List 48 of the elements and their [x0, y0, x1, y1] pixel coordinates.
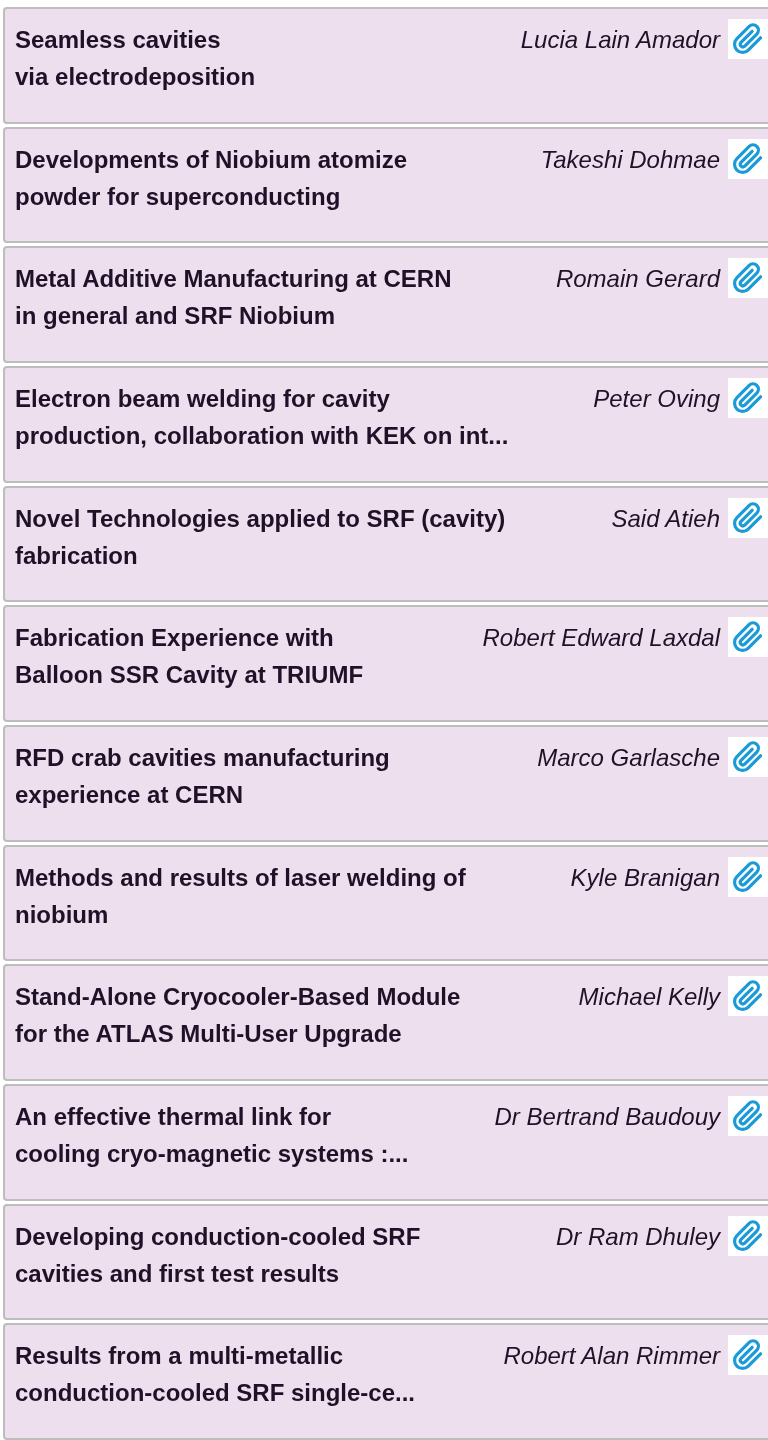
- attachment-button[interactable]: [728, 1215, 768, 1256]
- talk-title: An effective thermal link for cooling cryo-magnetic systems :...: [15, 1102, 410, 1170]
- talk-card[interactable]: Developing conduction-cooled SRF cavities and first test results Dr Ram Dhuley: [3, 1203, 768, 1321]
- attachment-button[interactable]: [728, 737, 768, 778]
- talk-title: Stand-Alone Cryocooler-Based Module for the ATLAS Multi-User Upgrade: [15, 982, 462, 1050]
- talk-title: Results from a multi-metallic conduction-cooled SRF single-ce...: [15, 1341, 417, 1409]
- talk-title: Developing conduction-cooled SRF cavities and first test results: [15, 1221, 422, 1289]
- talk-card[interactable]: Metal Additive Manufacturing at CERN in general and SRF Niobium Romain Gerard: [3, 246, 768, 363]
- talk-card[interactable]: Fabrication Experience with Balloon SSR Cavity at TRIUMF Robert Edward Laxdal: [3, 605, 768, 723]
- talk-card[interactable]: RFD crab cavities manufacturing experience at CERN Marco Garlasche: [3, 725, 768, 842]
- speaker-name: Dr Bertrand Baudouy: [494, 1102, 720, 1133]
- talk-title: Seamless cavities via electrodeposition: [15, 25, 257, 92]
- speaker-name: Robert Edward Laxdal: [482, 623, 720, 654]
- talk-title: Metal Additive Manufacturing at CERN in general and SRF Niobium: [15, 264, 453, 332]
- speaker-name: Robert Alan Rimmer: [503, 1341, 720, 1372]
- speaker-name: Said Atieh: [611, 503, 720, 534]
- talk-title: Electron beam welding for cavity production, collaboration with KEK on int...: [15, 384, 510, 451]
- talk-card[interactable]: Results from a multi-metallic conduction-cooled SRF single-ce... Robert Alan Rimmer: [3, 1323, 768, 1440]
- attachment-button[interactable]: [728, 1335, 768, 1376]
- speaker-name: Lucia Lain Amador: [520, 25, 720, 55]
- talk-card[interactable]: Seamless cavities via electrodeposition Lucia Lain Amador: [3, 7, 768, 124]
- talk-card[interactable]: Novel Technologies applied to SRF (cavity) fabrication Said Atieh: [3, 485, 768, 603]
- attachment-button[interactable]: [728, 378, 768, 418]
- talk-card[interactable]: Methods and results of laser welding of niobium Kyle Branigan: [3, 844, 768, 962]
- talk-title: Methods and results of laser welding of niobium: [15, 862, 467, 930]
- talk-card[interactable]: Developments of Niobium atomize powder for superconducting Takeshi Dohmae: [3, 126, 768, 244]
- attachment-button[interactable]: [728, 19, 768, 59]
- talk-card[interactable]: Electron beam welding for cavity production, collaboration with KEK on int... Peter Oving: [3, 366, 768, 483]
- speaker-name: Kyle Branigan: [570, 862, 720, 893]
- talk-title: Fabrication Experience with Balloon SSR Cavity at TRIUMF: [15, 623, 365, 691]
- talk-title: Developments of Niobium atomize powder for superconducting: [15, 144, 409, 212]
- speaker-name: Dr Ram Dhuley: [555, 1221, 720, 1252]
- speaker-name: Michael Kelly: [578, 982, 720, 1013]
- speaker-name: Marco Garlasche: [537, 743, 720, 774]
- attachment-button[interactable]: [728, 1096, 768, 1137]
- speaker-name: Peter Oving: [593, 384, 720, 414]
- speaker-name: Takeshi Dohmae: [540, 144, 720, 175]
- talk-card[interactable]: An effective thermal link for cooling cryo-magnetic systems :... Dr Bertrand Baudouy: [3, 1084, 768, 1201]
- attachment-button[interactable]: [728, 497, 768, 538]
- talk-title: RFD crab cavities manufacturing experience at CERN: [15, 743, 391, 811]
- attachment-button[interactable]: [728, 138, 768, 179]
- speaker-name: Romain Gerard: [555, 264, 720, 295]
- talk-card[interactable]: Stand-Alone Cryocooler-Based Module for the ATLAS Multi-User Upgrade Michael Kelly: [3, 964, 768, 1082]
- attachment-button[interactable]: [728, 976, 768, 1017]
- talk-title: Novel Technologies applied to SRF (cavity) fabrication: [15, 503, 507, 571]
- attachment-button[interactable]: [728, 856, 768, 897]
- attachment-button[interactable]: [728, 617, 768, 658]
- attachment-button[interactable]: [728, 258, 768, 299]
